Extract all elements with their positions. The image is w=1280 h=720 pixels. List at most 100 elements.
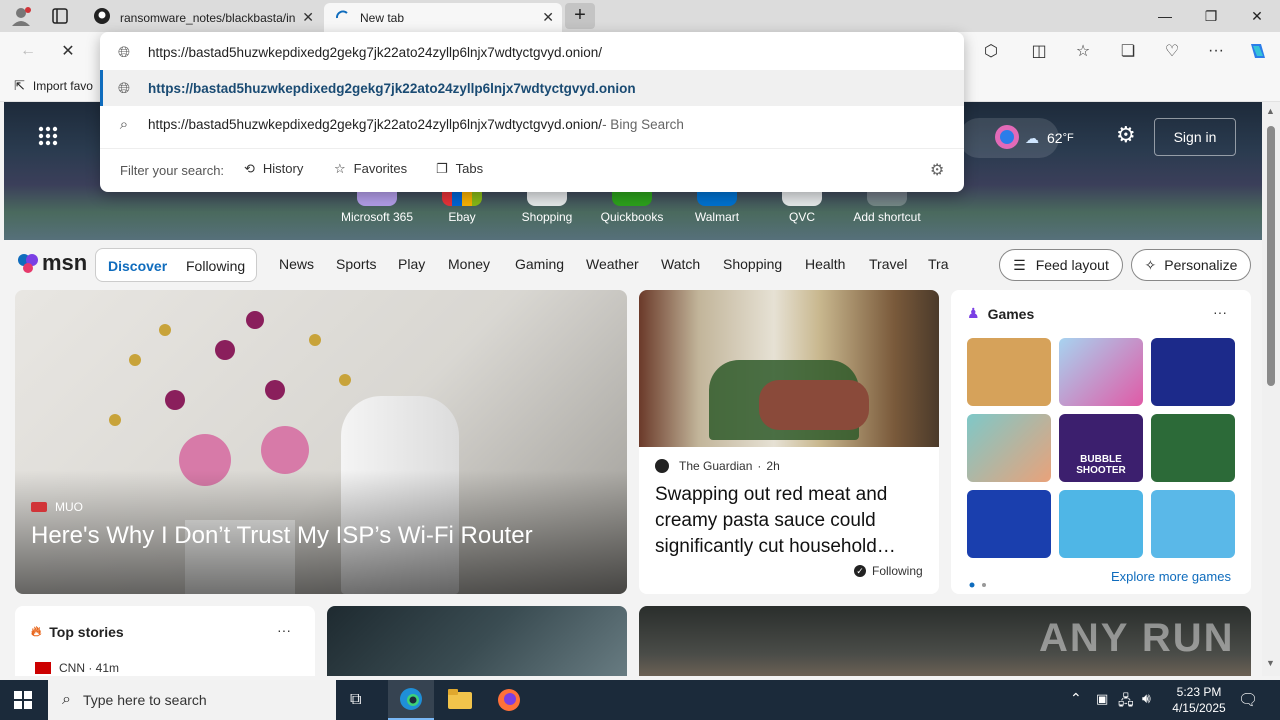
article-source: MUO [31,500,83,514]
sign-in-button[interactable]: Sign in [1154,118,1236,156]
games-card: ♟ Games ··· BUBBLE SHOOTER Explore more g… [951,290,1251,594]
game-tile-blocks[interactable] [967,490,1051,558]
scroll-down-icon[interactable]: ▼ [1266,658,1275,668]
edge-taskbar-icon[interactable] [388,680,434,720]
taskbar: ⌕ Type here to search ⧉ ⌃ ▣ 🖧︎ 🔊︎ 5:23 P… [0,680,1280,720]
new-tab-button[interactable]: + [565,3,595,29]
tray-chevron-icon[interactable]: ⌃ [1070,690,1082,707]
profile-icon[interactable] [10,6,32,26]
nav-watch[interactable]: Watch [661,256,700,272]
anyrun-watermark: ANY RUN [1039,616,1235,660]
game-tile-mahjong-tiles[interactable] [1151,490,1235,558]
filter-history[interactable]: ⟲ History [244,161,303,177]
weather-widget[interactable]: ☁ 62 °F [959,118,1074,158]
file-explorer-icon[interactable] [448,689,472,714]
personalize-button[interactable]: ✧ Personalize [1131,249,1251,281]
suggestion-search[interactable]: ⌕ https://bastad5huzwkepdixedg2gekg7jk22… [100,106,964,142]
game-tile-mahjong[interactable] [1151,414,1235,482]
story-source: CNN · 41m [35,661,119,675]
game-tile-jewels[interactable] [1151,338,1235,406]
tab-actions-icon[interactable] [50,7,70,25]
clock[interactable]: 5:23 PM 4/15/2025 [1166,684,1232,716]
nav-sports[interactable]: Sports [336,256,376,272]
taskbar-search-input[interactable]: ⌕ Type here to search [48,680,336,720]
explore-more-games-link[interactable]: Explore more games [1111,569,1231,584]
tab-github[interactable]: ransomware_notes/blackbasta/in ✕ [84,3,322,32]
gear-icon[interactable]: ⚙ [930,160,944,180]
collections-icon[interactable]: ❏ [1114,39,1142,63]
tray-device-icon[interactable]: ▣ [1096,691,1108,707]
carousel-dots[interactable] [969,575,993,593]
firefox-icon[interactable] [497,688,521,717]
extensions-icon[interactable]: ⬡ [977,39,1005,63]
sliders-icon: ☰ [1013,256,1026,273]
stop-icon[interactable]: ✕ [54,39,82,63]
msn-logo[interactable]: msn [16,250,87,276]
restore-button[interactable]: ❐ [1188,0,1234,32]
nav-travel[interactable]: Travel [869,256,907,272]
close-window-button[interactable]: ✕ [1234,0,1280,32]
filter-favorites[interactable]: ☆ Favorites [334,161,407,177]
volume-icon[interactable]: 🔊︎ [1142,690,1151,707]
nav-news[interactable]: News [279,256,314,272]
copilot-icon[interactable] [1244,39,1272,63]
apps-grid-icon[interactable] [38,126,58,151]
globe-icon: 🌐︎ [117,79,130,97]
minimize-button[interactable]: — [1142,0,1188,32]
guardian-article-card[interactable]: The Guardian · 2h Swapping out red meat … [639,290,939,594]
game-tile-bubble-shooter[interactable]: BUBBLE SHOOTER [1059,414,1143,482]
more-menu-icon[interactable]: ··· [1202,39,1230,63]
loading-icon [334,8,350,27]
page-scrollbar[interactable]: ▲ ▼ [1262,102,1280,676]
nav-money[interactable]: Money [448,256,490,272]
start-button[interactable] [14,691,32,714]
story-image-card[interactable] [327,606,627,676]
cnn-logo-icon [35,662,51,674]
browser-essentials-icon[interactable]: ♡ [1158,39,1186,63]
tab-title: New tab [360,10,405,25]
search-icon: ⌕ [62,691,71,708]
filter-tabs[interactable]: ❐ Tabs [436,161,483,177]
hero-article-card[interactable]: MUO Here's Why I Don’t Trust My ISP’s Wi… [15,290,627,594]
top-stories-more-icon[interactable]: ··· [277,622,291,638]
game-tile-story[interactable] [967,414,1051,482]
split-screen-icon[interactable]: ◫ [1025,39,1053,63]
tab-following[interactable]: Following [186,258,245,274]
game-tile-crazy-games[interactable] [1059,490,1143,558]
nav-gaming[interactable]: Gaming [515,256,564,272]
address-input[interactable]: 🌐︎ https://bastad5huzwkepdixedg2gekg7jk2… [100,34,964,70]
scroll-thumb[interactable] [1267,126,1275,386]
nav-play[interactable]: Play [398,256,425,272]
games-more-icon[interactable]: ··· [1213,304,1227,320]
network-icon[interactable]: 🖧︎ [1118,690,1134,714]
notifications-icon[interactable]: 🗨︎ [1238,690,1258,710]
windows-icon [14,691,32,709]
nav-health[interactable]: Health [805,256,845,272]
suggestion-url[interactable]: 🌐︎ https://bastad5huzwkepdixedg2gekg7jk2… [100,70,964,106]
globe-icon: 🌐︎ [117,43,130,61]
game-tile-wood-puzzle[interactable] [967,338,1051,406]
close-tab-icon[interactable]: ✕ [302,9,314,26]
github-icon [94,8,110,27]
import-favorites-link[interactable]: ⇱ Import favo [14,78,93,94]
close-tab-icon[interactable]: ✕ [542,9,554,26]
task-view-icon[interactable]: ⧉ [350,691,361,709]
tab-discover[interactable]: Discover [108,258,167,274]
game-tile-makeup[interactable] [1059,338,1143,406]
back-icon[interactable]: ← [14,39,42,63]
scroll-up-icon[interactable]: ▲ [1266,106,1275,116]
nav-weather[interactable]: Weather [586,256,639,272]
nav-shopping[interactable]: Shopping [723,256,782,272]
article-headline[interactable]: Here's Why I Don’t Trust My ISP’s Wi-Fi … [31,522,533,550]
tab-new-tab[interactable]: New tab ✕ [324,3,562,32]
article-headline[interactable]: Swapping out red meat and creamy pasta s… [655,482,927,560]
guardian-logo-icon [655,459,669,473]
news-image-card[interactable]: ANY RUN [639,606,1251,676]
settings-gear-icon[interactable]: ⚙ [1116,122,1136,148]
favorites-star-icon[interactable]: ☆ [1069,39,1097,63]
nav-traffic[interactable]: Tra [928,256,950,272]
feed-layout-button[interactable]: ☰ Feed layout [999,249,1123,281]
address-dropdown: 🌐︎ https://bastad5huzwkepdixedg2gekg7jk2… [100,32,964,192]
muo-logo-icon [31,502,47,512]
following-indicator[interactable]: ✓ Following [854,564,923,578]
